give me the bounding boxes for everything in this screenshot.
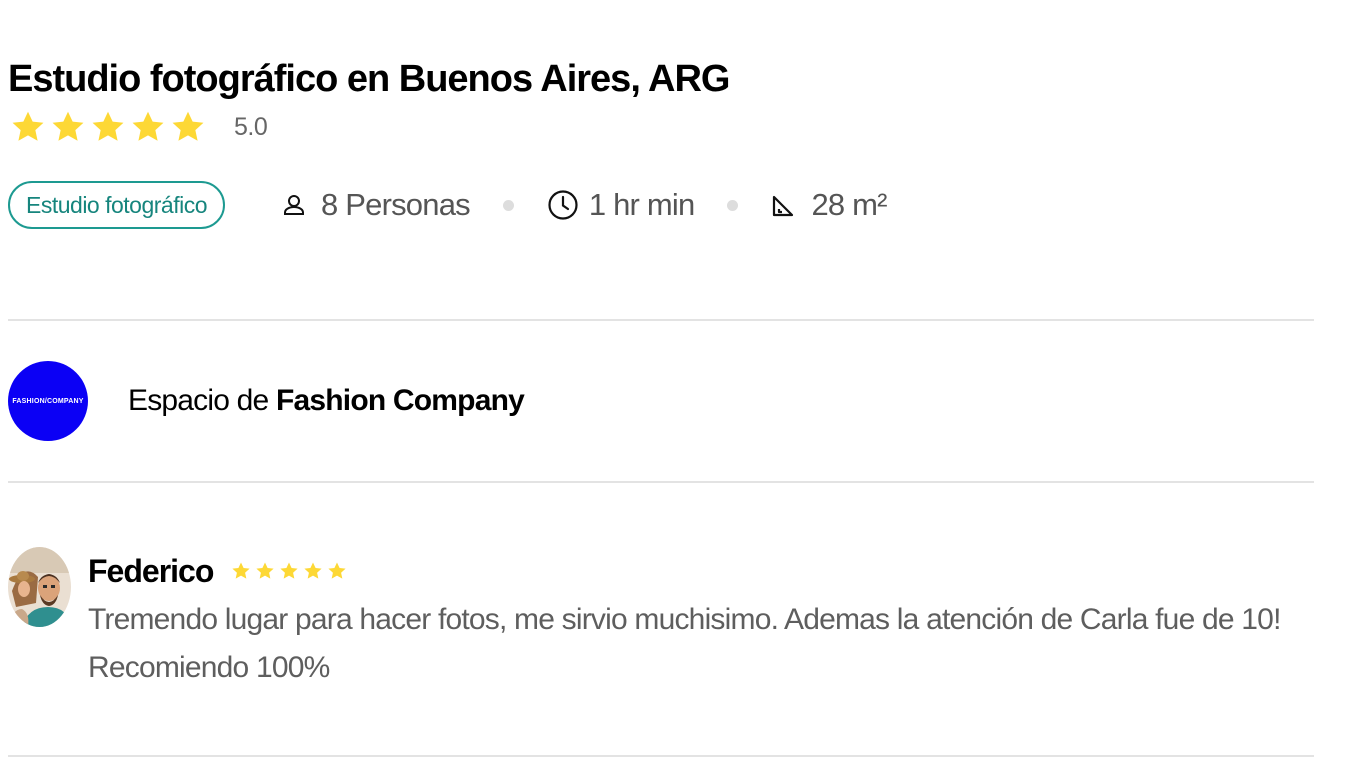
divider: [8, 755, 1314, 757]
duration-label: 1 hr min: [588, 187, 695, 222]
star-icon: [280, 562, 298, 579]
separator-dot: [502, 199, 514, 211]
star-icon: [132, 111, 164, 141]
host-logo[interactable]: FASHION/COMPANY: [8, 361, 88, 441]
star-icon: [304, 562, 322, 579]
category-chip[interactable]: Estudio fotográfico: [8, 181, 226, 229]
person-icon: [281, 192, 307, 218]
rating-stars: [10, 109, 206, 145]
star-icon: [172, 111, 204, 141]
star-icon: [232, 562, 250, 579]
clock-icon: [547, 189, 579, 221]
capacity-label: 8 Personas: [321, 187, 471, 222]
host-info: Espacio de Fashion Company: [128, 381, 525, 421]
capacity-info: 8 Personas: [281, 187, 471, 223]
star-icon: [12, 111, 44, 141]
duration-info: 1 hr min: [547, 187, 695, 223]
host-name[interactable]: Fashion Company: [276, 384, 525, 417]
review-stars: [230, 561, 348, 581]
separator-dot: [727, 199, 739, 211]
divider: [8, 481, 1314, 483]
listing-meta: Estudio fotográfico 8 Personas 1 hr min: [8, 179, 887, 231]
set-square-icon: [771, 192, 797, 218]
listing-rating: 5.0: [10, 108, 268, 146]
star-icon: [92, 111, 124, 141]
rating-value: 5.0: [234, 112, 268, 141]
star-icon: [256, 562, 274, 579]
area-info: 28 m²: [771, 187, 887, 223]
star-icon: [328, 562, 346, 579]
listing-title: Estudio fotográfico en Buenos Aires, ARG: [8, 58, 730, 100]
host-prefix: Espacio de: [128, 384, 276, 417]
area-label: 28 m²: [811, 187, 887, 222]
star-icon: [52, 111, 84, 141]
reviewer-avatar[interactable]: [8, 547, 71, 627]
divider: [8, 319, 1314, 321]
reviewer-name: Federico: [88, 553, 214, 589]
review-text: Tremendo lugar para hacer fotos, me sirv…: [88, 603, 1281, 684]
